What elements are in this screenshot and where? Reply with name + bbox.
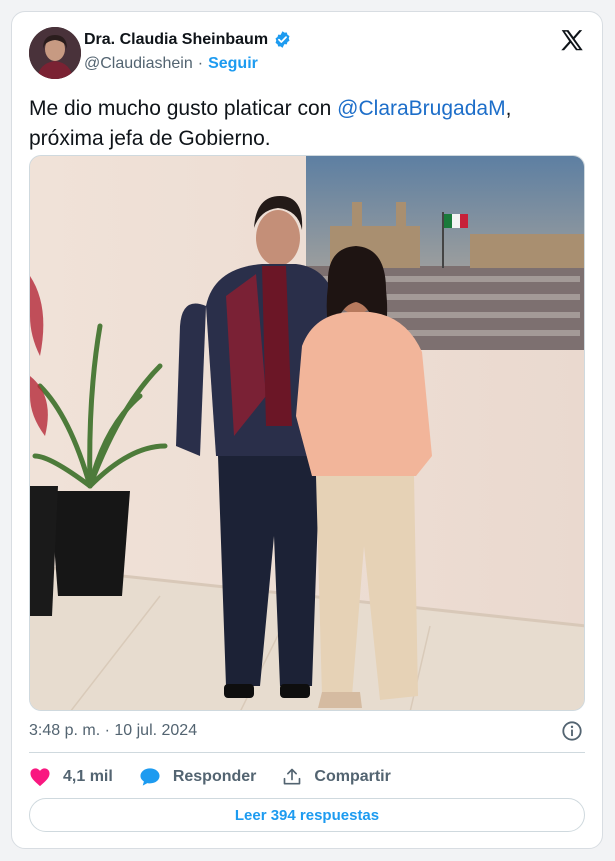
follow-button[interactable]: Seguir bbox=[208, 55, 258, 73]
handle-separator: · bbox=[197, 55, 204, 72]
reply-button[interactable]: Responder bbox=[139, 767, 257, 787]
share-upload-icon bbox=[282, 767, 302, 787]
like-count: 4,1 mil bbox=[63, 768, 113, 785]
speech-bubble-icon bbox=[139, 767, 161, 787]
avatar[interactable] bbox=[29, 27, 81, 79]
tweet-card: Dra. Claudia Sheinbaum @Claudiashein · S… bbox=[11, 11, 603, 849]
info-icon[interactable] bbox=[561, 720, 583, 742]
tweet-text-before: Me dio mucho gusto platicar con bbox=[29, 97, 338, 120]
verified-badge-icon bbox=[273, 30, 292, 49]
share-button[interactable]: Compartir bbox=[282, 767, 391, 787]
author-display-name[interactable]: Dra. Claudia Sheinbaum bbox=[84, 31, 268, 49]
mention-link[interactable]: @ClaraBrugadaM bbox=[337, 97, 505, 120]
tweet-text: Me dio mucho gusto platicar con @ClaraBr… bbox=[29, 94, 589, 154]
read-replies-button[interactable]: Leer 394 respuestas bbox=[29, 798, 585, 832]
tweet-photo[interactable] bbox=[29, 155, 585, 711]
like-button[interactable]: 4,1 mil bbox=[29, 767, 113, 787]
reply-label: Responder bbox=[172, 768, 257, 785]
x-logo-icon[interactable] bbox=[559, 28, 585, 54]
action-bar: 4,1 mil Responder Compartir bbox=[29, 764, 417, 790]
author-handle[interactable]: @Claudiashein bbox=[84, 55, 193, 73]
share-label: Compartir bbox=[314, 768, 391, 785]
heart-icon bbox=[29, 767, 51, 787]
divider bbox=[29, 752, 585, 753]
tweet-timestamp[interactable]: 3:48 p. m. · 10 jul. 2024 bbox=[29, 722, 197, 740]
